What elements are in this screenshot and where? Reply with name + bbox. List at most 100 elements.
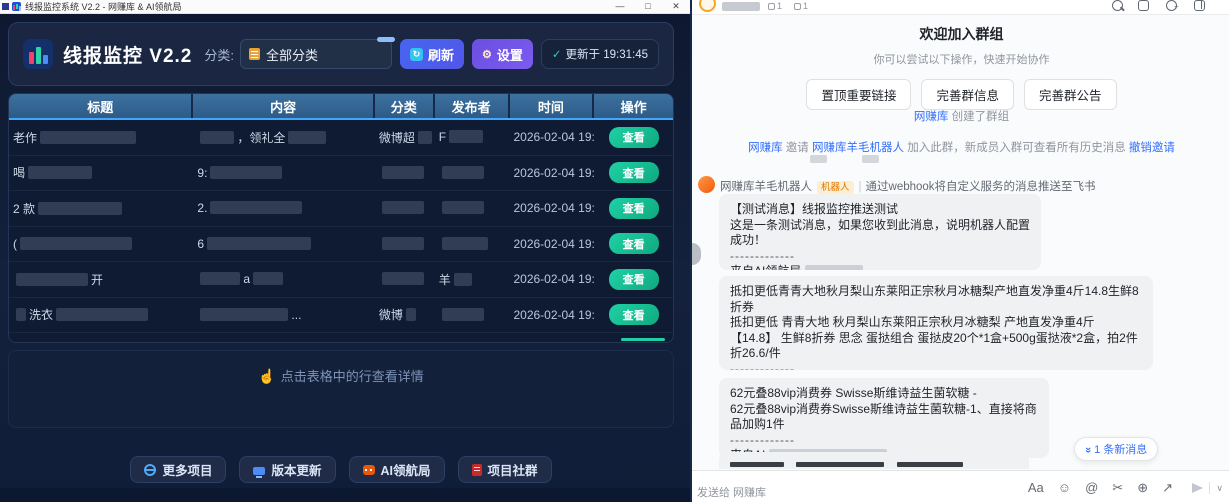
hint-text: 点击表格中的行查看详情	[281, 369, 424, 384]
taskbar-icon	[2, 3, 9, 10]
cell-time: 2026-02-04 19:29	[509, 201, 594, 215]
pin-links-button[interactable]: 置顶重要链接	[806, 79, 911, 110]
sidebar-toggle-icon[interactable]	[1194, 0, 1205, 11]
redacted-chip	[805, 265, 863, 270]
community-button[interactable]: 项目社群	[458, 456, 552, 483]
redacted-chip	[810, 155, 827, 163]
cell-title: 开	[9, 271, 193, 288]
table-row[interactable]: 2 款 2. 2026-02-04 19:29 查看	[9, 191, 673, 227]
view-button[interactable]: 查看	[609, 233, 659, 254]
maximize-icon[interactable]: □	[634, 0, 662, 13]
chevron-down-icon: »	[1082, 447, 1094, 453]
bot-name[interactable]: 网赚库羊毛机器人	[720, 181, 812, 193]
app-header: 线报监控 V2.2 分类: 全部分类 ↻ 刷新 ⚙ 设置 ✓ 更新于 19:31…	[8, 22, 674, 86]
table-row[interactable]: 洗衣 ... 微博 2026-02-04 19:28 查看	[9, 298, 673, 334]
view-button[interactable]: 查看	[609, 198, 659, 219]
system-message-created: 网赚库 创建了群组	[692, 108, 1229, 124]
cell-category	[375, 237, 435, 251]
cell-action: 查看	[594, 127, 673, 148]
cell-action: 查看	[594, 233, 673, 254]
cell-category	[375, 201, 435, 215]
chat-window: 1 1 欢迎加入群组 你可以尝试以下操作，快速开始协作 置顶重要链接 完善群信息…	[690, 0, 1229, 502]
send-divider	[1209, 482, 1210, 494]
message-line: 抵扣更低青青大地秋月梨山东莱阳正宗秋月冰糖梨产地直发净重4斤14.8生鲜8折券	[730, 284, 1142, 315]
window-title: 线报监控系统 V2.2 - 网赚库 & AI领航局	[25, 0, 182, 13]
refresh-label: 刷新	[428, 45, 454, 64]
table-row[interactable]: 开 a 羊 2026-02-04 19:29 查看	[9, 262, 673, 298]
send-button-group: ∨	[1192, 482, 1223, 494]
message-source: 来自AI领航局	[730, 264, 1030, 270]
message-divider: -------------	[730, 249, 1030, 265]
cell-time: 2026-02-04 19:31	[509, 166, 594, 180]
cell-title: 洗衣	[9, 306, 193, 323]
view-button[interactable]: 查看	[609, 127, 659, 148]
ai-bureau-button[interactable]: AI领航局	[349, 456, 445, 483]
message-divider: -------------	[730, 433, 1038, 449]
message-line: 【测试消息】线报监控推送测试	[730, 202, 1030, 218]
table-row[interactable]: ( 6 2026-02-04 19:29 查看	[9, 227, 673, 263]
bot-avatar[interactable]	[698, 176, 715, 193]
cell-time: 2026-02-04 19:29	[509, 237, 594, 251]
video-call-icon[interactable]	[1138, 0, 1149, 11]
category-select[interactable]: 全部分类	[240, 39, 392, 69]
mention-icon[interactable]: @	[1085, 480, 1098, 496]
table-body: 老作 ，领礼全 微博超 F 2026-02-04 19:31 查看 喝 9: 2…	[9, 120, 673, 333]
view-button[interactable]: 查看	[609, 304, 659, 325]
category-doc-icon	[249, 48, 260, 60]
cell-category	[375, 272, 435, 286]
creator-link[interactable]: 网赚库	[914, 111, 949, 123]
screenshot-scissors-icon[interactable]: ✂	[1112, 480, 1123, 496]
clipped-row-button	[621, 338, 665, 341]
cell-category: 微博	[375, 306, 435, 323]
minimize-icon[interactable]: —	[606, 0, 634, 13]
welcome-actions: 置顶重要链接 完善群信息 完善群公告	[692, 79, 1229, 110]
expand-icon[interactable]: ↗	[1162, 480, 1173, 496]
view-button[interactable]: 查看	[609, 162, 659, 183]
pin-count[interactable]: 1	[794, 1, 808, 11]
table-row[interactable]: 老作 ，领礼全 微博超 F 2026-02-04 19:31 查看	[9, 120, 673, 156]
refresh-icon: ↻	[410, 48, 423, 61]
message-bubble[interactable]: 抵扣更低青青大地秋月梨山东莱阳正宗秋月冰糖梨产地直发净重4斤14.8生鲜8折券 …	[719, 276, 1153, 370]
cell-action: 查看	[594, 304, 673, 325]
close-icon[interactable]: ✕	[662, 0, 690, 13]
cell-content: ，领礼全	[193, 129, 374, 146]
footer-buttons: 更多项目 版本更新 AI领航局 项目社群	[8, 456, 674, 483]
new-message-badge[interactable]: »1 条新消息	[1074, 437, 1158, 461]
chart-logo-icon	[23, 39, 53, 69]
invitee-link[interactable]: 网赚库羊毛机器人	[812, 142, 904, 154]
search-icon[interactable]	[1112, 0, 1123, 11]
edit-group-info-button[interactable]: 完善群信息	[921, 79, 1014, 110]
more-projects-button[interactable]: 更多项目	[130, 456, 226, 483]
table-row[interactable]: 喝 9: 2026-02-04 19:31 查看	[9, 156, 673, 192]
column-header-category: 分类	[375, 94, 435, 118]
add-member-icon[interactable]	[1166, 0, 1177, 11]
view-button[interactable]: 查看	[609, 269, 659, 290]
send-icon[interactable]	[1192, 483, 1203, 493]
add-attachment-icon[interactable]: ⊕	[1137, 480, 1148, 496]
composer-placeholder[interactable]: 发送给 网赚库	[697, 484, 766, 500]
cell-action: 查看	[594, 198, 673, 219]
clipped-message-bubble[interactable]	[719, 452, 1029, 469]
refresh-button[interactable]: ↻ 刷新	[400, 39, 464, 69]
message-bubble[interactable]: 【测试消息】线报监控推送测试 这是一条测试消息，如果您收到此消息，说明机器人配置…	[719, 194, 1041, 270]
edit-announcement-button[interactable]: 完善群公告	[1024, 79, 1117, 110]
cell-title: 老作	[9, 129, 193, 146]
font-style-icon[interactable]: Aa	[1028, 480, 1044, 496]
sidebar-collapse-handle[interactable]	[692, 243, 701, 265]
group-avatar[interactable]	[699, 0, 716, 12]
settings-button[interactable]: ⚙ 设置	[472, 39, 533, 69]
window-bottom-band	[0, 488, 690, 502]
table-header-row: 标题 内容 分类 发布者 时间 操作	[9, 94, 673, 120]
version-update-button[interactable]: 版本更新	[239, 456, 335, 483]
report-table: 标题 内容 分类 发布者 时间 操作 老作 ，领礼全 微博超 F 2026-02…	[8, 93, 674, 343]
column-header-title: 标题	[9, 94, 193, 118]
revoke-invite-link[interactable]: 撤销邀请	[1129, 142, 1175, 154]
member-count[interactable]: 1	[768, 1, 782, 11]
message-bubble[interactable]: 62元叠88vip消费券 Swisse斯维诗益生菌软糖 - 62元叠88vip消…	[719, 378, 1049, 458]
inviter-link[interactable]: 网赚库	[748, 142, 783, 154]
composer: 发送给 网赚库 Aa ☺ @ ✂ ⊕ ↗ ∨	[692, 470, 1229, 502]
emoji-icon[interactable]: ☺	[1058, 480, 1071, 496]
cell-publisher	[435, 166, 510, 180]
send-options-caret[interactable]: ∨	[1216, 483, 1223, 494]
redacted-chip	[730, 462, 784, 467]
